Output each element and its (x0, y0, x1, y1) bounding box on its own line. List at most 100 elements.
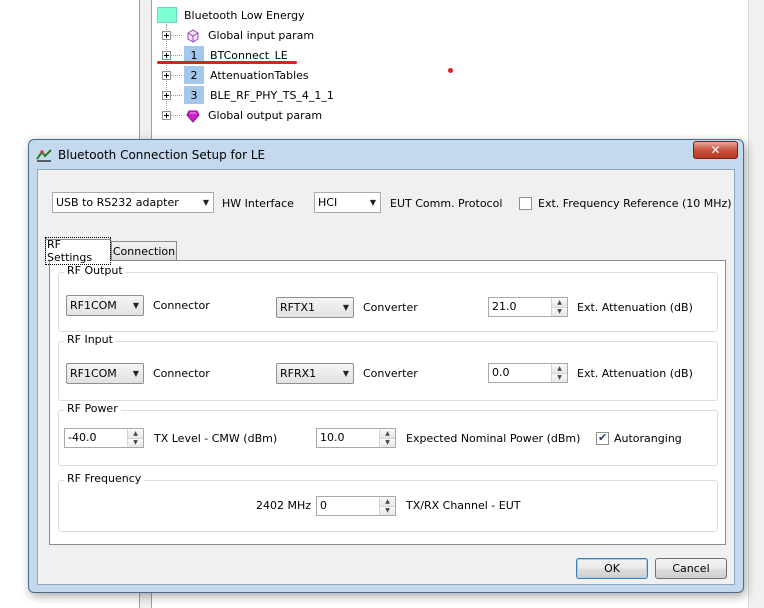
tab-rf-settings[interactable]: RF Settings (45, 236, 111, 265)
eut-protocol-select[interactable]: HCI ▼ (314, 192, 381, 213)
tree-item-label: BTConnect_LE (210, 48, 288, 62)
box-icon (184, 26, 202, 44)
tree-dots (171, 94, 182, 96)
rf-output-group: RF Output RF1COM ▼ Connector RFTX1 ▼ Con… (58, 264, 718, 332)
autoranging-checkbox[interactable] (596, 431, 609, 445)
spin-down-icon[interactable]: ▼ (380, 505, 395, 515)
rf-input-connector-select[interactable]: RF1COM ▼ (66, 363, 144, 384)
dialog-client-area: USB to RS232 adapter ▼ HW Interface HCI … (37, 169, 735, 585)
spin-down-icon[interactable]: ▼ (380, 437, 395, 447)
chevron-down-icon: ▼ (342, 369, 350, 378)
tree-item-attenuation-tables[interactable]: 2 AttenuationTables (162, 65, 309, 85)
bluetooth-le-icon (157, 7, 177, 23)
gem-icon (184, 106, 202, 124)
attenuation-label: Ext. Attenuation (dB) (577, 301, 693, 314)
expand-icon[interactable] (162, 90, 171, 100)
eut-protocol-label: EUT Comm. Protocol (390, 197, 503, 210)
expand-icon[interactable] (162, 110, 171, 120)
tree-dots (171, 54, 182, 56)
hw-interface-label: HW Interface (222, 197, 294, 210)
expand-icon[interactable] (162, 50, 171, 60)
chevron-down-icon: ▼ (369, 198, 377, 207)
cancel-button[interactable]: Cancel (655, 558, 727, 579)
ext-freq-ref-label: Ext. Frequency Reference (10 MHz) (538, 197, 732, 210)
hw-interface-select[interactable]: USB to RS232 adapter ▼ (52, 192, 214, 213)
spin-down-icon[interactable]: ▼ (552, 306, 567, 316)
chevron-down-icon: ▼ (132, 301, 140, 310)
tree-root[interactable]: Bluetooth Low Energy (157, 6, 305, 24)
rf-power-group: RF Power -40.0 ▲ ▼ TX Level - CMW (dBm) 1… (58, 402, 718, 466)
tx-level-label: TX Level - CMW (dBm) (154, 432, 278, 445)
spin-value: 10.0 (320, 431, 345, 444)
spin-down-icon[interactable]: ▼ (128, 437, 143, 447)
chevron-down-icon: ▼ (202, 198, 210, 207)
spin-down-icon[interactable]: ▼ (552, 372, 567, 382)
rf-output-attenuation-input[interactable]: 21.0 ▲ ▼ (488, 297, 568, 317)
group-title: RF Input (64, 333, 116, 346)
tree-dots (171, 34, 182, 36)
app-icon (36, 147, 52, 163)
converter-label: Converter (363, 367, 418, 380)
tab-label: Connection (112, 245, 176, 258)
number-icon: 3 (184, 86, 204, 104)
tree-root-label: Bluetooth Low Energy (184, 8, 305, 22)
dialog-titlebar[interactable]: Bluetooth Connection Setup for LE ✕ (29, 140, 743, 169)
autoranging-label: Autoranging (614, 432, 682, 445)
chevron-down-icon: ▼ (342, 303, 350, 312)
spin-value: 0 (320, 499, 327, 512)
tree-dots (171, 74, 182, 76)
rf-output-connector-select[interactable]: RF1COM ▼ (66, 295, 144, 316)
rf-input-attenuation-input[interactable]: 0.0 ▲ ▼ (488, 363, 568, 383)
spin-up-icon[interactable]: ▲ (552, 364, 567, 373)
tree-scrollbar[interactable] (748, 0, 764, 608)
rf-input-group: RF Input RF1COM ▼ Connector RFRX1 ▼ Conv… (58, 333, 718, 401)
annotation-dot (448, 68, 453, 73)
group-title: RF Output (64, 264, 126, 277)
spin-up-icon[interactable]: ▲ (380, 429, 395, 438)
group-title: RF Power (64, 402, 121, 415)
spin-value: 21.0 (492, 300, 517, 313)
spin-up-icon[interactable]: ▲ (552, 298, 567, 307)
attenuation-label: Ext. Attenuation (dB) (577, 367, 693, 380)
tx-level-input[interactable]: -40.0 ▲ ▼ (64, 428, 144, 448)
combo-value: RFRX1 (280, 367, 317, 380)
ext-freq-ref-checkbox[interactable] (519, 197, 532, 210)
expand-icon[interactable] (162, 30, 171, 40)
combo-value: RF1COM (70, 299, 117, 312)
spin-up-icon[interactable]: ▲ (380, 497, 395, 506)
rf-frequency-group: RF Frequency 2402 MHz 0 ▲ ▼ TX/RX Channel… (58, 472, 718, 532)
expected-power-label: Expected Nominal Power (dBm) (406, 432, 581, 445)
tree-item-global-input[interactable]: Global input param (162, 25, 314, 45)
rf-output-converter-select[interactable]: RFTX1 ▼ (276, 297, 354, 318)
tree-item-global-output[interactable]: Global output param (162, 105, 322, 125)
frequency-readout: 2402 MHz (256, 499, 312, 512)
channel-label: TX/RX Channel - EUT (406, 499, 521, 512)
group-title: RF Frequency (64, 472, 145, 485)
number-icon: 2 (184, 66, 204, 84)
dialog-title: Bluetooth Connection Setup for LE (58, 147, 266, 162)
rf-input-converter-select[interactable]: RFRX1 ▼ (276, 363, 354, 384)
eut-protocol-value: HCI (318, 196, 338, 209)
converter-label: Converter (363, 301, 418, 314)
expand-icon[interactable] (162, 70, 171, 80)
close-button[interactable]: ✕ (693, 141, 738, 159)
connector-label: Connector (153, 299, 210, 312)
tree-item-label: AttenuationTables (210, 68, 309, 82)
tab-label: RF Settings (45, 236, 111, 265)
tree-dots (171, 114, 182, 116)
annotation-underline (157, 61, 297, 64)
tree-item-label: Global input param (208, 28, 315, 42)
tree-item-ble-rf-phy[interactable]: 3 BLE_RF_PHY_TS_4_1_1 (162, 85, 334, 105)
combo-value: RFTX1 (280, 301, 316, 314)
spin-value: 0.0 (492, 366, 510, 379)
tab-connection[interactable]: Connection (111, 241, 177, 261)
ok-button[interactable]: OK (576, 558, 648, 579)
bluetooth-setup-dialog: Bluetooth Connection Setup for LE ✕ USB … (28, 139, 744, 593)
hw-interface-value: USB to RS232 adapter (56, 196, 179, 209)
tree-item-label: Global output param (208, 108, 323, 122)
channel-input[interactable]: 0 ▲ ▼ (316, 496, 396, 516)
expected-power-input[interactable]: 10.0 ▲ ▼ (316, 428, 396, 448)
spin-up-icon[interactable]: ▲ (128, 429, 143, 438)
tree-item-label: BLE_RF_PHY_TS_4_1_1 (210, 88, 334, 102)
spin-value: -40.0 (68, 431, 97, 444)
